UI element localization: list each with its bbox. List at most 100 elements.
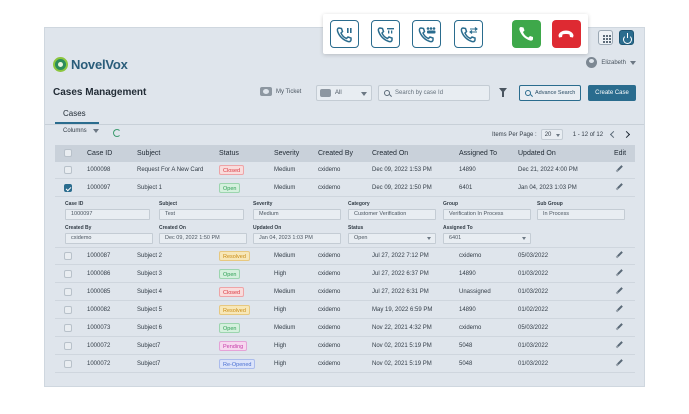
status-badge: Open xyxy=(219,269,241,279)
cell-severity: Medium xyxy=(274,253,296,259)
merge-call-button[interactable] xyxy=(454,20,483,48)
pencil-icon[interactable] xyxy=(617,287,623,293)
col-created-by[interactable]: Created By xyxy=(318,150,353,157)
row-checkbox[interactable] xyxy=(64,288,72,296)
table-header: Case ID Subject Status Severity Created … xyxy=(55,145,635,162)
pencil-icon[interactable] xyxy=(617,165,623,171)
power-icon[interactable] xyxy=(619,30,634,45)
field-label: Category xyxy=(348,201,370,207)
pencil-icon[interactable] xyxy=(617,269,623,275)
my-ticket-button[interactable]: My Ticket xyxy=(260,87,301,96)
col-subject[interactable]: Subject xyxy=(137,150,160,157)
row-checkbox[interactable] xyxy=(64,306,72,314)
row-checkbox[interactable] xyxy=(64,360,72,368)
table-row[interactable]: 1000097 Subject 1 Medium cxidemo Dec 09, 202… xyxy=(55,180,635,197)
table-row[interactable]: 1000072 Subject7 High cxidemo Nov 02, 2021 5… xyxy=(55,338,635,355)
page-range: 1 - 12 of 12 xyxy=(572,131,604,138)
row-checkbox[interactable] xyxy=(64,270,72,278)
apps-grid-icon[interactable] xyxy=(598,30,613,45)
row-checkbox[interactable] xyxy=(64,324,72,332)
pencil-icon[interactable] xyxy=(617,341,623,347)
status-value: Open xyxy=(354,235,368,241)
end-call-button[interactable] xyxy=(552,20,581,48)
cell-assigned-to: 14890 xyxy=(459,271,476,277)
columns-dropdown[interactable]: Columns xyxy=(63,128,99,134)
row-checkbox[interactable] xyxy=(64,184,72,192)
group-field: Group Verification In Process xyxy=(443,201,531,220)
cell-subject: Subject 6 xyxy=(137,325,163,331)
case-id-value[interactable]: 1000097 xyxy=(65,209,150,220)
transfer-call-button[interactable] xyxy=(371,20,400,48)
status-badge: Closed xyxy=(219,165,245,175)
cell-updated-on: 05/03/2022 xyxy=(518,253,549,259)
field-label: Updated On xyxy=(253,225,282,231)
pencil-icon[interactable] xyxy=(617,359,623,365)
filter-icon[interactable] xyxy=(499,88,507,97)
subject-value[interactable]: Test xyxy=(159,209,244,220)
table-row[interactable]: 1000086 Subject 3 High cxidemo Jul 27, 2022 … xyxy=(55,266,635,283)
items-per-page-select[interactable]: 20 xyxy=(540,129,563,140)
cell-assigned-to: cxidemo xyxy=(459,325,482,331)
cell-case-id: 1000072 xyxy=(87,343,111,349)
row-checkbox[interactable] xyxy=(64,252,72,260)
table-row[interactable]: 1000072 Subject7 High cxidemo Nov 02, 2021 5… xyxy=(55,356,635,373)
case-id-field: Case ID 1000097 xyxy=(65,201,150,220)
advance-search-button[interactable]: Advance Search xyxy=(519,85,581,101)
pencil-icon[interactable] xyxy=(617,305,623,311)
cell-created-by: cxidemo xyxy=(318,361,341,367)
pagination: Items Per Page : 20 1 - 12 of 12 xyxy=(492,129,631,140)
updated-on-value[interactable]: Jan 04, 2023 1:03 PM xyxy=(253,233,341,244)
conference-call-button[interactable] xyxy=(412,20,441,48)
table-row[interactable]: 1000087 Subject 2 Medium cxidemo Jul 27, 202… xyxy=(55,248,635,265)
category-value[interactable]: Customer Verification xyxy=(348,209,436,220)
cell-updated-on: 01/03/2022 xyxy=(518,343,549,349)
status-select[interactable]: Open xyxy=(348,233,436,244)
answer-call-button[interactable] xyxy=(512,20,541,48)
table-row[interactable]: 1000098 Request For A New Card Medium cxide… xyxy=(55,162,635,179)
severity-value[interactable]: Medium xyxy=(253,209,341,220)
table-row[interactable]: 1000085 Subject 4 Medium cxidemo Jul 27, 202… xyxy=(55,284,635,301)
pencil-icon[interactable] xyxy=(617,323,623,329)
hold-call-button[interactable] xyxy=(330,20,359,48)
cell-created-by: cxidemo xyxy=(318,289,341,295)
cell-subject: Subject 3 xyxy=(137,271,163,277)
created-on-value[interactable]: Dec 09, 2022 1:50 PM xyxy=(159,233,247,244)
status-badge: Open xyxy=(219,183,241,193)
field-label: Case ID xyxy=(65,201,84,207)
search-input[interactable]: Search by case Id xyxy=(378,85,490,101)
cell-severity: High xyxy=(274,307,287,313)
table-row[interactable]: 1000073 Subject 6 Medium cxidemo Nov 22, 202… xyxy=(55,320,635,337)
col-status[interactable]: Status xyxy=(219,150,239,157)
col-assigned-to[interactable]: Assigned To xyxy=(459,150,497,157)
case-detail-panel: Case ID 1000097 Subject Test Severity Me… xyxy=(55,197,635,248)
chevron-left-icon[interactable] xyxy=(610,130,618,139)
pencil-icon[interactable] xyxy=(617,183,623,189)
assigned-to-select[interactable]: 6401 xyxy=(443,233,531,244)
refresh-icon[interactable] xyxy=(113,129,121,137)
created-by-value[interactable]: cxidemo xyxy=(65,233,153,244)
row-checkbox[interactable] xyxy=(64,342,72,350)
search-icon xyxy=(525,90,531,96)
novelvox-logo: NovelVox xyxy=(53,57,128,72)
user-menu[interactable]: Elizabeth xyxy=(586,57,636,68)
cell-created-on: Dec 09, 2022 1:53 PM xyxy=(372,167,432,173)
group-value[interactable]: Verification In Process xyxy=(443,209,531,220)
chevron-right-icon[interactable] xyxy=(623,130,631,139)
sub-group-value[interactable]: In Process xyxy=(537,209,625,220)
col-created-on[interactable]: Created On xyxy=(372,150,408,157)
divider xyxy=(45,124,644,125)
cell-updated-on: 01/02/2022 xyxy=(518,307,549,313)
page-title: Cases Management xyxy=(53,87,147,98)
col-updated-on[interactable]: Updated On xyxy=(518,150,556,157)
status-field: Status Open xyxy=(348,225,436,244)
col-case-id[interactable]: Case ID xyxy=(87,150,112,157)
tab-cases[interactable]: Cases xyxy=(63,109,86,118)
table-row[interactable]: 1000082 Subject 5 High cxidemo May 19, 2022 … xyxy=(55,302,635,319)
search-placeholder: Search by case Id xyxy=(395,90,444,96)
select-all-checkbox[interactable] xyxy=(64,149,72,157)
ticket-filter-select[interactable]: All xyxy=(316,85,372,101)
create-case-button[interactable]: Create Case xyxy=(588,85,636,101)
row-checkbox[interactable] xyxy=(64,166,72,174)
col-severity[interactable]: Severity xyxy=(274,150,299,157)
pencil-icon[interactable] xyxy=(617,251,623,257)
